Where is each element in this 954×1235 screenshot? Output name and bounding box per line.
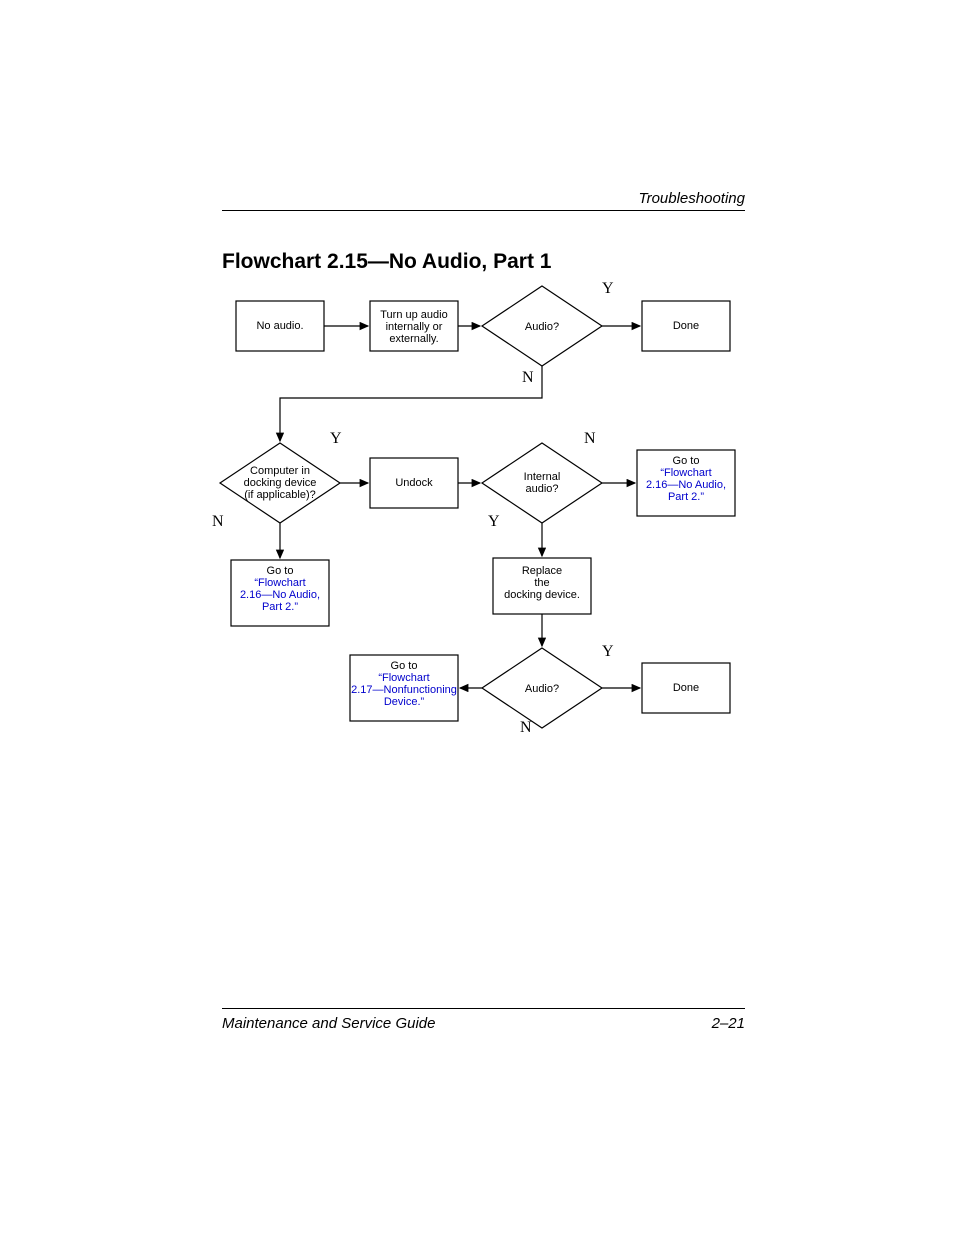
node-goto216b-link3[interactable]: Part 2.”: [262, 601, 298, 613]
section-header: Troubleshooting: [639, 190, 745, 207]
lbl-dock-y: Y: [330, 430, 342, 447]
node-done1-text: Done: [673, 320, 699, 332]
node-audio2-text: Audio?: [525, 683, 559, 695]
lbl-int-y: Y: [488, 513, 500, 530]
footer-rule: [222, 1008, 745, 1009]
node-turnup-l3: externally.: [389, 333, 438, 345]
node-replace-l2: the: [534, 577, 549, 589]
node-goto216b-link1[interactable]: “Flowchart: [254, 577, 305, 589]
node-docking-l1: Computer in: [250, 465, 310, 477]
node-goto217-link1[interactable]: “Flowchart: [378, 672, 429, 684]
node-goto216a-link2[interactable]: 2.16—No Audio,: [646, 479, 726, 491]
node-goto216a-plain: Go to: [673, 455, 700, 467]
lbl-audio1-y: Y: [602, 280, 614, 297]
node-goto216b-link2[interactable]: 2.16—No Audio,: [240, 589, 320, 601]
node-internal-l1: Internal: [524, 471, 561, 483]
page: Troubleshooting Flowchart 2.15—No Audio,…: [0, 0, 954, 1235]
footer-left: Maintenance and Service Guide: [222, 1015, 435, 1032]
flowchart: No audio. Turn up audio internally or ex…: [222, 278, 745, 748]
node-goto217-link3[interactable]: Device.”: [384, 696, 425, 708]
node-audio1-text: Audio?: [525, 321, 559, 333]
node-replace-l1: Replace: [522, 565, 562, 577]
node-turnup-l2: internally or: [386, 321, 443, 333]
node-internal-l2: audio?: [525, 483, 558, 495]
lbl-int-n: N: [584, 430, 596, 447]
lbl-dock-n: N: [212, 513, 224, 530]
node-docking-l2: docking device: [244, 477, 317, 489]
node-docking-l3: (if applicable)?: [244, 489, 316, 501]
node-goto216a-link1[interactable]: “Flowchart: [660, 467, 711, 479]
node-turnup-l1: Turn up audio: [380, 309, 447, 321]
edge-audio1n-docking: [280, 366, 542, 441]
node-replace-l3: docking device.: [504, 589, 580, 601]
page-title: Flowchart 2.15—No Audio, Part 1: [222, 250, 551, 274]
lbl-audio2-n: N: [520, 719, 532, 736]
header-rule: [222, 210, 745, 211]
footer-right: 2–21: [712, 1015, 745, 1032]
node-goto216a-link3[interactable]: Part 2.”: [668, 491, 704, 503]
node-undock-text: Undock: [395, 477, 433, 489]
node-goto217-plain: Go to: [391, 660, 418, 672]
node-goto217-link2[interactable]: 2.17—Nonfunctioning: [351, 684, 457, 696]
node-goto216b-plain: Go to: [267, 565, 294, 577]
lbl-audio1-n: N: [522, 369, 534, 386]
node-done2-text: Done: [673, 682, 699, 694]
lbl-audio2-y: Y: [602, 643, 614, 660]
node-start-text: No audio.: [256, 320, 303, 332]
